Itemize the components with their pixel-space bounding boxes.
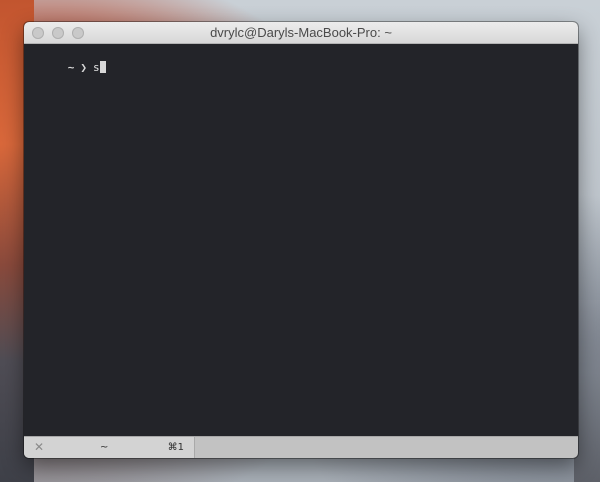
command-input[interactable]: s — [93, 61, 100, 74]
prompt-chevron-icon: ❯ — [80, 61, 87, 74]
terminal-window: dvrylc@Daryls-MacBook-Pro: ~ ~ ❯ s ✕ ~ ⌘1 — [24, 22, 578, 458]
tab-shortcut-label: ⌘1 — [167, 442, 184, 453]
tab-home[interactable]: ✕ ~ ⌘1 — [24, 437, 195, 458]
window-title: dvrylc@Daryls-MacBook-Pro: ~ — [210, 25, 392, 40]
tab-title: ~ — [100, 442, 109, 453]
text-cursor — [99, 61, 106, 73]
close-tab-icon[interactable]: ✕ — [32, 440, 46, 454]
window-titlebar[interactable]: dvrylc@Daryls-MacBook-Pro: ~ — [24, 22, 578, 44]
tab-bar: ✕ ~ ⌘1 — [24, 436, 578, 458]
prompt-directory: ~ — [67, 61, 75, 74]
terminal-content-area[interactable]: ~ ❯ s — [24, 44, 578, 436]
prompt-line: ~ ❯ s — [28, 47, 106, 74]
